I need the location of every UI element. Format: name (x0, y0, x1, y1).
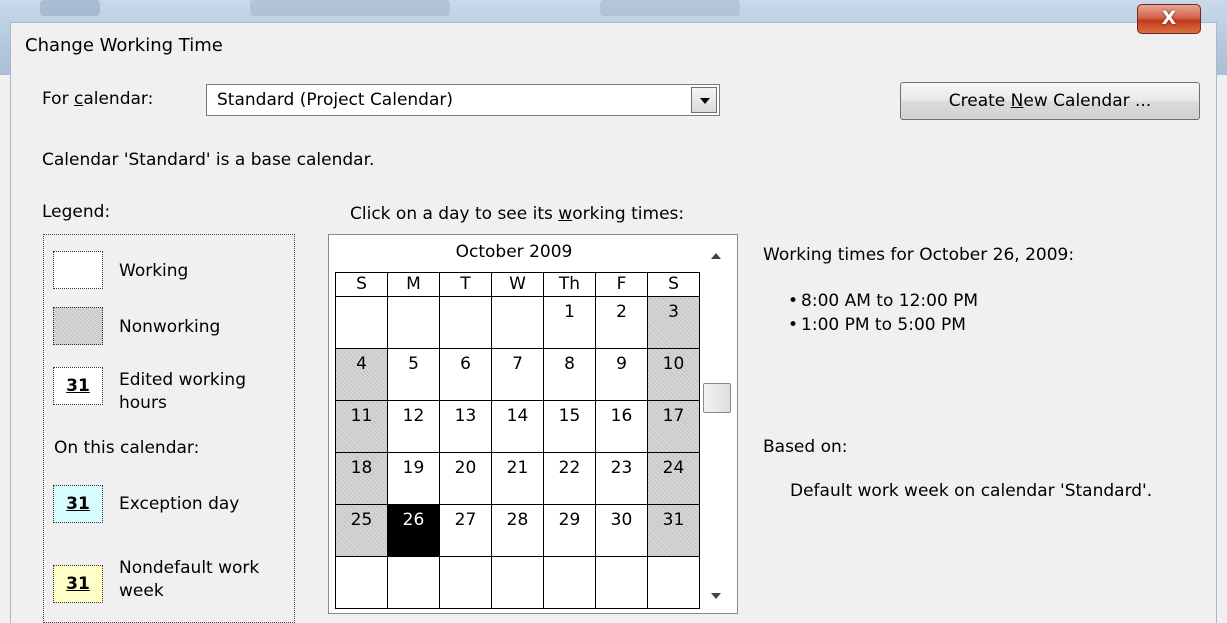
calendar-day[interactable]: 19 (387, 452, 440, 505)
calendar-day[interactable]: 12 (387, 400, 440, 453)
calendar-week-row: 18 19 20 21 22 23 24 (335, 452, 700, 505)
legend-working-label: Working (119, 261, 189, 281)
calendar-week-row (335, 556, 700, 609)
calendar-day[interactable]: 6 (439, 348, 492, 401)
calendar-day[interactable]: 5 (387, 348, 440, 401)
calendar-week-row: 4 5 6 7 8 9 10 (335, 348, 700, 401)
chevron-down-icon[interactable] (691, 87, 717, 113)
working-times-heading: Working times for October 26, 2009: (763, 245, 1075, 265)
blurred-toolbar (250, 0, 450, 16)
nonworking-swatch (53, 307, 103, 345)
calendar-empty-cell (335, 296, 388, 349)
calendar-week-row: 123 (335, 296, 700, 349)
dialog-title: Change Working Time (25, 35, 223, 56)
exception-day-swatch: 31 (53, 485, 103, 523)
calendar-day[interactable]: 29 (543, 504, 596, 557)
calendar-day[interactable]: 11 (335, 400, 388, 453)
base-calendar-note: Calendar 'Standard' is a base calendar. (42, 150, 375, 170)
calendar-day[interactable]: 1 (543, 296, 596, 349)
calendar-day[interactable]: 30 (595, 504, 648, 557)
edited-hours-swatch: 31 (53, 367, 103, 405)
calendar-day[interactable]: 21 (491, 452, 544, 505)
calendar-day[interactable]: 18 (335, 452, 388, 505)
calendar-grid: S M T W Th F S 1 2 3 4 5 6 7 8 9 10 11 12 13 14 15 16 17 18 19 20… (335, 272, 700, 609)
dialog-title-bar[interactable]: Change Working Time (10, 22, 1217, 70)
calendar-day[interactable]: 3 (647, 296, 700, 349)
calendar-day[interactable]: 23 (595, 452, 648, 505)
calendar-empty-cell (647, 556, 700, 609)
on-this-calendar-label: On this calendar: (54, 438, 200, 458)
month-title: October 2009 (455, 242, 573, 262)
weekday-header: S (647, 272, 700, 297)
calendar-day[interactable]: 24 (647, 452, 700, 505)
calendar-day[interactable]: 22 (543, 452, 596, 505)
calendar-empty-cell (387, 556, 440, 609)
weekday-header: M (387, 272, 440, 297)
scroll-thumb[interactable] (703, 383, 731, 413)
calendar-day[interactable]: 13 (439, 400, 492, 453)
calendar-empty-cell (595, 556, 648, 609)
calendar-select-label: For calendar: (42, 89, 154, 109)
legend-nonworking-label: Nonworking (119, 317, 221, 337)
scroll-up-icon[interactable] (701, 245, 733, 267)
legend-nondefault-label: Nondefault work week (119, 558, 260, 601)
calendar-day[interactable]: 25 (335, 504, 388, 557)
weekday-header: Th (543, 272, 596, 297)
working-times-list: 8:00 AM to 12:00 PM 1:00 PM to 5:00 PM (788, 289, 978, 337)
calendar-empty-cell (543, 556, 596, 609)
nondefault-week-swatch: 31 (53, 565, 103, 603)
based-on-text: Default work week on calendar 'Standard'… (790, 481, 1153, 501)
close-icon: X (1161, 7, 1177, 29)
calendar-day[interactable]: 2 (595, 296, 648, 349)
month-calendar[interactable]: October 2009 S M T W Th F S 1 2 3 4 5 6 7 8 9 10 11 12 13 1… (328, 234, 738, 614)
calendar-prompt: Click on a day to see its working times: (350, 204, 685, 224)
calendar-day[interactable]: 27 (439, 504, 492, 557)
calendar-day[interactable]: 14 (491, 400, 544, 453)
calendar-select-value: Standard (Project Calendar) (217, 90, 454, 110)
legend-edited-label: Edited working hours (119, 370, 247, 413)
weekday-header: W (491, 272, 544, 297)
calendar-day[interactable]: 8 (543, 348, 596, 401)
close-button[interactable]: X (1137, 4, 1201, 34)
calendar-day[interactable]: 10 (647, 348, 700, 401)
calendar-day[interactable]: 4 (335, 348, 388, 401)
legend-panel: Working Nonworking 31 Edited working hour… (43, 234, 295, 623)
calendar-empty-cell (439, 556, 492, 609)
weekday-header: F (595, 272, 648, 297)
create-new-calendar-button[interactable]: Create New Calendar ... (900, 82, 1200, 120)
calendar-empty-cell (491, 296, 544, 349)
blurred-toolbar (600, 0, 740, 16)
calendar-empty-cell (491, 556, 544, 609)
calendar-empty-cell (387, 296, 440, 349)
calendar-day[interactable]: 16 (595, 400, 648, 453)
calendar-day[interactable]: 31 (647, 504, 700, 557)
calendar-select[interactable]: Standard (Project Calendar) (206, 84, 720, 116)
calendar-empty-cell (439, 296, 492, 349)
calendar-week-row: 25 26 27 28 29 30 31 (335, 504, 700, 557)
weekday-header: T (439, 272, 492, 297)
legend-title: Legend: (42, 202, 111, 222)
calendar-day[interactable]: 20 (439, 452, 492, 505)
scroll-down-icon[interactable] (701, 585, 733, 607)
calendar-week-row: 11 12 13 14 15 16 17 (335, 400, 700, 453)
legend-exception-label: Exception day (119, 494, 240, 514)
based-on-label: Based on: (763, 437, 848, 457)
calendar-day[interactable]: 17 (647, 400, 700, 453)
calendar-day[interactable]: 9 (595, 348, 648, 401)
calendar-day[interactable]: 28 (491, 504, 544, 557)
calendar-day[interactable]: 7 (491, 348, 544, 401)
calendar-day[interactable]: 15 (543, 400, 596, 453)
calendar-day[interactable]: 26 (387, 504, 440, 557)
weekday-header: S (335, 272, 388, 297)
working-swatch (53, 251, 103, 289)
calendar-empty-cell (335, 556, 388, 609)
list-item: 1:00 PM to 5:00 PM (788, 313, 978, 337)
calendar-scrollbar[interactable] (701, 239, 733, 611)
blurred-toolbar (40, 0, 100, 16)
list-item: 8:00 AM to 12:00 PM (788, 289, 978, 313)
